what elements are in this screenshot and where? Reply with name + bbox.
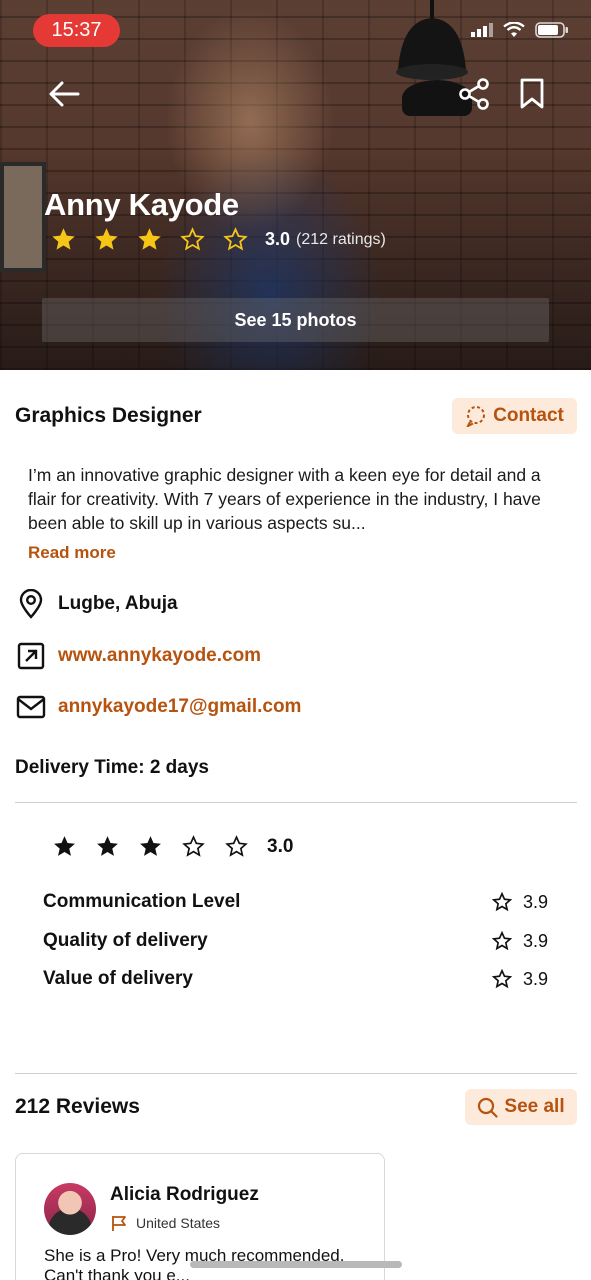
metric-value-of-delivery: Value of delivery 3.9 — [43, 966, 548, 992]
star-filled-icon — [140, 836, 161, 856]
star-filled-icon — [52, 228, 75, 250]
divider — [15, 1073, 577, 1074]
bookmark-button[interactable] — [512, 74, 552, 114]
see-photos-button[interactable]: See 15 photos — [42, 298, 549, 342]
star-outline-icon — [491, 968, 513, 989]
bookmark-icon — [520, 78, 544, 109]
star-outline-icon — [182, 835, 205, 857]
email-link[interactable]: annykayode17@gmail.com — [58, 696, 301, 718]
email-row[interactable]: annykayode17@gmail.com — [15, 691, 301, 723]
home-indicator[interactable] — [190, 1261, 402, 1268]
back-button[interactable] — [44, 74, 84, 114]
metric-score: 3.9 — [522, 930, 548, 951]
reviewer-name: Alicia Rodriguez — [110, 1184, 259, 1205]
bio-text: I’m an innovative graphic designer with … — [28, 465, 541, 533]
flag-icon — [112, 1216, 126, 1231]
website-link[interactable]: www.annykayode.com — [58, 645, 261, 667]
metric-value: 3.9 — [491, 930, 548, 952]
delivery-time: Delivery Time: 2 days — [15, 757, 209, 778]
reviews-header: 212 Reviews See all — [15, 1089, 577, 1125]
read-more-link[interactable]: Read more — [28, 543, 116, 563]
status-bar: 15:37 — [0, 0, 591, 60]
metric-value: 3.9 — [491, 891, 548, 913]
wall-frame — [0, 162, 46, 272]
divider — [15, 802, 577, 803]
metric-label: Communication Level — [43, 891, 241, 912]
see-all-label: See all — [504, 1096, 565, 1117]
star-outline-icon — [491, 930, 513, 951]
metric-score: 3.9 — [522, 968, 548, 989]
profile-role: Graphics Designer — [15, 404, 202, 427]
reviews-title: 212 Reviews — [15, 1095, 140, 1118]
hero-rating-value: 3.0 — [265, 229, 291, 249]
contact-button[interactable]: Contact — [452, 398, 577, 434]
metric-score: 3.9 — [522, 891, 548, 912]
star-outline-icon — [180, 227, 205, 251]
star-outline-icon — [491, 891, 513, 912]
metric-communication: Communication Level 3.9 — [43, 889, 548, 915]
map-pin-icon — [15, 588, 47, 620]
star-filled-icon — [95, 228, 118, 250]
star-filled-icon — [97, 836, 118, 856]
reviewer-country: United States — [110, 1214, 220, 1232]
hero-rating: 3.0 (212 ratings) — [50, 226, 386, 253]
share-icon — [459, 78, 489, 110]
status-icons — [471, 22, 569, 38]
metric-label: Quality of delivery — [43, 930, 208, 951]
role-header: Graphics Designer Contact — [15, 398, 577, 436]
website-row[interactable]: www.annykayode.com — [15, 640, 261, 672]
chat-bubble-icon — [466, 406, 486, 427]
star-filled-icon — [54, 836, 75, 856]
overall-rating: 3.0 — [52, 834, 293, 859]
see-all-reviews-button[interactable]: See all — [465, 1089, 577, 1125]
external-link-icon — [15, 640, 47, 672]
contact-label: Contact — [493, 405, 564, 426]
cellular-signal-icon — [471, 23, 493, 37]
mail-icon — [15, 691, 47, 723]
hero-rating-count: (212 ratings) — [296, 230, 386, 248]
star-outline-icon — [225, 835, 248, 857]
metric-value: 3.9 — [491, 968, 548, 990]
profile-name: Anny Kayode — [44, 187, 239, 222]
star-outline-icon — [223, 227, 248, 251]
search-icon — [478, 1097, 498, 1118]
location-text: Lugbe, Abuja — [58, 593, 178, 614]
reviewer-country-text: United States — [136, 1215, 221, 1231]
arrow-left-icon — [49, 81, 80, 107]
metric-label: Value of delivery — [43, 968, 193, 989]
reviewer-avatar — [44, 1183, 96, 1235]
wifi-icon — [503, 22, 525, 37]
metric-quality: Quality of delivery 3.9 — [43, 928, 548, 954]
status-time: 15:37 — [33, 14, 120, 47]
share-button[interactable] — [454, 74, 494, 114]
battery-icon — [535, 22, 568, 38]
overall-rating-value: 3.0 — [267, 835, 294, 857]
location-row: Lugbe, Abuja — [15, 588, 178, 620]
star-filled-icon — [138, 228, 161, 250]
